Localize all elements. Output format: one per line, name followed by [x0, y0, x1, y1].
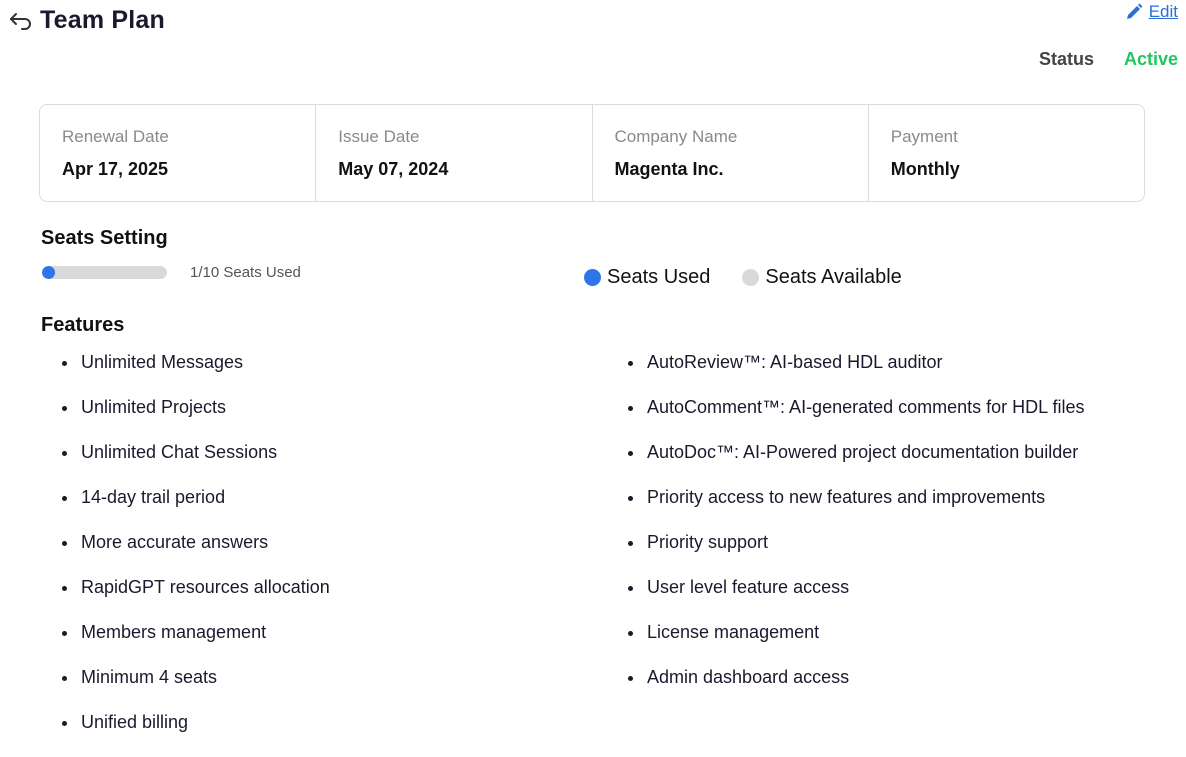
features-section-title: Features — [41, 314, 125, 336]
info-cell-company-name: Company Name Magenta Inc. — [593, 105, 869, 201]
feature-label: AutoReview™: AI-based HDL auditor — [647, 352, 943, 372]
legend-seats-available: Seats Available — [742, 266, 902, 289]
seats-used-text: 1/10 Seats Used — [190, 264, 301, 281]
info-value: Magenta Inc. — [614, 159, 724, 179]
bullet-icon — [62, 631, 67, 636]
bullet-icon — [628, 361, 633, 366]
info-cell-issue-date: Issue Date May 07, 2024 — [316, 105, 593, 201]
bullet-icon — [62, 541, 67, 546]
bullet-icon — [62, 406, 67, 411]
feature-label: 14-day trail period — [81, 487, 226, 507]
legend-seats-used: Seats Used — [584, 266, 710, 289]
feature-item: Members management — [62, 622, 330, 667]
feature-item: License management — [628, 622, 1085, 667]
bullet-icon — [62, 721, 67, 726]
feature-label: Minimum 4 seats — [81, 667, 218, 687]
feature-item: More accurate answers — [62, 532, 330, 577]
info-value: Apr 17, 2025 — [62, 159, 169, 179]
bullet-icon — [62, 451, 67, 456]
feature-label: Unlimited Chat Sessions — [81, 442, 278, 462]
feature-label: Admin dashboard access — [647, 667, 850, 687]
feature-item: 14-day trail period — [62, 487, 330, 532]
seats-available-dot-icon — [742, 269, 760, 286]
page-title: Team Plan — [40, 6, 165, 34]
seats-progress-bar — [42, 266, 167, 279]
feature-item: Priority support — [628, 532, 1085, 577]
status-badge: Active — [1123, 49, 1178, 69]
legend-label: Seats Used — [607, 266, 711, 288]
bullet-icon — [62, 361, 67, 366]
plan-info-card: Renewal Date Apr 17, 2025 Issue Date May… — [39, 104, 1145, 202]
info-cell-renewal-date: Renewal Date Apr 17, 2025 — [40, 105, 317, 201]
feature-item: AutoDoc™: AI-Powered project documentati… — [628, 442, 1085, 487]
feature-label: AutoComment™: AI-generated comments for … — [647, 397, 1085, 417]
feature-label: RapidGPT resources allocation — [81, 577, 330, 597]
seats-used-dot-icon — [584, 269, 601, 286]
feature-item: AutoReview™: AI-based HDL auditor — [628, 352, 1085, 397]
info-cell-payment: Payment Monthly — [869, 105, 1144, 201]
bullet-icon — [628, 631, 633, 636]
bullet-icon — [628, 406, 633, 411]
info-label: Company Name — [614, 127, 738, 146]
info-value: Monthly — [890, 159, 960, 179]
seats-section-title: Seats Setting — [41, 227, 168, 249]
info-label: Renewal Date — [62, 127, 169, 146]
feature-label: Members management — [81, 622, 267, 642]
features-list-left: Unlimited Messages Unlimited Projects Un… — [62, 352, 330, 757]
feature-label: AutoDoc™: AI-Powered project documentati… — [647, 442, 1079, 462]
seats-progress-fill — [42, 266, 55, 279]
info-label: Issue Date — [338, 127, 420, 146]
bullet-icon — [628, 676, 633, 681]
features-list-right: AutoReview™: AI-based HDL auditor AutoCo… — [628, 352, 1085, 712]
status-row: Status Active — [1039, 49, 1178, 70]
feature-label: Unlimited Messages — [81, 352, 244, 372]
feature-label: Priority support — [647, 532, 769, 552]
feature-label: License management — [647, 622, 820, 642]
feature-label: Unified billing — [81, 712, 189, 732]
seats-legend: Seats Used Seats Available — [584, 266, 902, 289]
feature-item: User level feature access — [628, 577, 1085, 622]
feature-label: More accurate answers — [81, 532, 269, 552]
edit-button[interactable]: Edit — [1125, 2, 1178, 22]
feature-label: Priority access to new features and impr… — [647, 487, 1046, 507]
bullet-icon — [628, 586, 633, 591]
feature-item: AutoComment™: AI-generated comments for … — [628, 397, 1085, 442]
bullet-icon — [628, 451, 633, 456]
feature-item: Minimum 4 seats — [62, 667, 330, 712]
pencil-icon — [1126, 3, 1143, 19]
bullet-icon — [62, 496, 67, 501]
feature-label: User level feature access — [647, 577, 850, 597]
back-button[interactable] — [8, 8, 34, 34]
feature-item: Unlimited Chat Sessions — [62, 442, 330, 487]
bullet-icon — [62, 586, 67, 591]
info-label: Payment — [890, 127, 958, 146]
feature-item: Priority access to new features and impr… — [628, 487, 1085, 532]
feature-item: Unlimited Projects — [62, 397, 330, 442]
feature-label: Unlimited Projects — [81, 397, 227, 417]
bullet-icon — [628, 541, 633, 546]
page-header: Team Plan — [8, 6, 165, 35]
edit-label[interactable]: Edit — [1149, 2, 1178, 22]
bullet-icon — [628, 496, 633, 501]
feature-item: RapidGPT resources allocation — [62, 577, 330, 622]
bullet-icon — [62, 676, 67, 681]
back-arrow-icon — [10, 12, 31, 30]
feature-item: Unlimited Messages — [62, 352, 330, 397]
legend-label: Seats Available — [765, 266, 902, 288]
feature-item: Unified billing — [62, 712, 330, 757]
feature-item: Admin dashboard access — [628, 667, 1085, 712]
info-value: May 07, 2024 — [338, 159, 449, 179]
status-label: Status — [1038, 49, 1094, 69]
